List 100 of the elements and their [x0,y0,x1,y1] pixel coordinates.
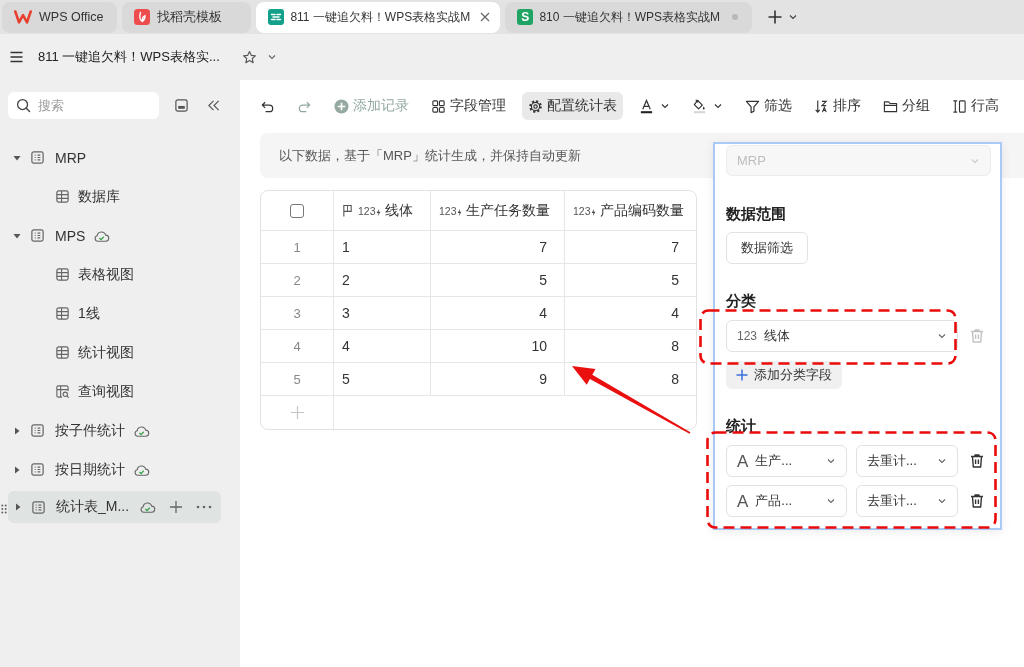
sheet-app-icon: S [517,9,534,25]
list-icon [30,423,45,438]
caret-icon[interactable] [266,52,277,62]
field-type-label: A [737,492,749,510]
tree-item[interactable]: MPS [8,218,221,253]
table-cell: 5 [431,264,565,297]
panel-icon[interactable] [174,98,189,113]
field-dropdown[interactable]: A 生产... [726,445,847,477]
list-icon [31,499,46,515]
document-title: 811 一键追欠料！WPS表格实... [38,48,220,66]
method-dropdown[interactable]: 去重计... [856,445,958,477]
column-header[interactable]: 123 产品编码数量 [565,191,696,231]
drag-handle-icon[interactable] [1,504,7,514]
tree-item[interactable]: 数据库 [8,179,221,214]
list-icon [30,462,45,477]
caret-icon [826,496,836,506]
browser-tab[interactable]: 811 一键追欠料！WPS表格实战M [256,1,501,33]
column-header[interactable]: 123 生产任务数量 [431,191,565,231]
tree-item[interactable]: 1线 [8,296,221,331]
field-dropdown[interactable]: A 产品... [726,485,847,517]
section-title: 分类 [726,292,757,310]
triangle-down-icon[interactable] [13,231,21,240]
table-cell: 5 [334,363,431,396]
triangle-right-icon[interactable] [13,426,21,435]
plus-icon[interactable] [169,500,184,514]
grid-icon [55,345,70,360]
tree-item[interactable]: 按子件统计 [8,413,221,448]
search-field[interactable]: 搜索 [8,92,159,119]
table-cell: 2 [334,264,431,297]
filter-icon [745,98,760,114]
caret-icon [937,456,947,466]
cloud-check-icon [139,500,157,514]
table-cell: 8 [565,330,696,363]
plus-icon[interactable] [767,9,784,25]
browser-tab[interactable]: WPS Office [2,1,118,33]
sort-icon [814,98,829,114]
menu-icon[interactable] [10,51,23,63]
four-squares-icon [431,98,446,114]
triangle-right-icon[interactable] [13,465,21,474]
list-icon [30,150,45,165]
plus-circle-icon [334,98,349,114]
double-chevron-icon[interactable] [206,98,221,113]
browser-tab[interactable]: 找稻壳模板 [122,1,252,33]
caret-icon [937,331,947,341]
field-type-label: 123 [737,329,758,343]
field-type-label: 123 [358,204,376,217]
sort-button[interactable]: 排序 [808,92,867,120]
flag-icon [342,204,353,217]
row-number: 4 [261,330,334,363]
field-type-label: 123 [439,204,457,217]
plus-icon [736,369,748,381]
filter-button[interactable]: 筛选 [739,92,798,120]
section-title: 数据范围 [726,205,787,223]
caret-icon[interactable] [788,12,799,22]
table-cell: 5 [565,264,696,297]
table-cell: 4 [334,330,431,363]
table-cell: 9 [431,363,565,396]
star-icon[interactable] [241,49,257,65]
browser-tab[interactable]: S 810 一键追欠料！WPS表格实战M [505,1,753,33]
w-logo-icon [14,10,32,24]
more-icon[interactable] [196,505,213,509]
cloud-check-icon [133,423,150,438]
search-icon [16,98,31,113]
paint-bucket-icon [692,98,707,114]
table-cell: 3 [334,297,431,330]
table-cell: 4 [431,297,565,330]
row-height-button[interactable]: 行高 [946,92,1005,120]
caret-icon [660,101,670,111]
row-number: 2 [261,264,334,297]
method-dropdown[interactable]: 去重计... [856,485,958,517]
trash-icon[interactable] [969,453,985,469]
configure-table-button[interactable]: 配置统计表 [522,92,623,120]
section-title: 统计 [726,417,757,435]
tree-item[interactable]: 查询视图 [8,374,221,409]
row-number: 1 [261,231,334,264]
tree-item[interactable]: MRP [8,140,221,175]
add-category-field-button[interactable]: 添加分类字段 [726,361,842,389]
field-type-label: A [737,452,749,470]
table-cell: 4 [565,297,696,330]
lightning-icon [375,208,381,217]
field-manager-button[interactable]: 字段管理 [425,92,512,120]
checkbox[interactable] [290,203,304,218]
tree-item[interactable]: 表格视图 [8,257,221,292]
settings-icon [528,98,543,114]
tree-item[interactable]: 按日期统计 [8,452,221,487]
row-number: 5 [261,363,334,396]
triangle-right-icon[interactable] [14,503,22,511]
row-height-icon [952,98,967,114]
triangle-down-icon[interactable] [13,153,21,162]
column-header[interactable]: 123 线体 [334,191,431,231]
data-filter-button[interactable]: 数据筛选 [726,232,808,264]
tree-item[interactable]: 统计视图 [8,335,221,370]
close-icon[interactable] [480,12,491,22]
caret-icon [826,456,836,466]
group-button[interactable]: 分组 [877,92,936,120]
category-field-dropdown[interactable]: 123 线体 [726,320,958,352]
table-cell: 7 [565,231,696,264]
list-icon [30,228,45,243]
trash-icon[interactable] [969,493,985,509]
folder-icon [883,98,898,114]
